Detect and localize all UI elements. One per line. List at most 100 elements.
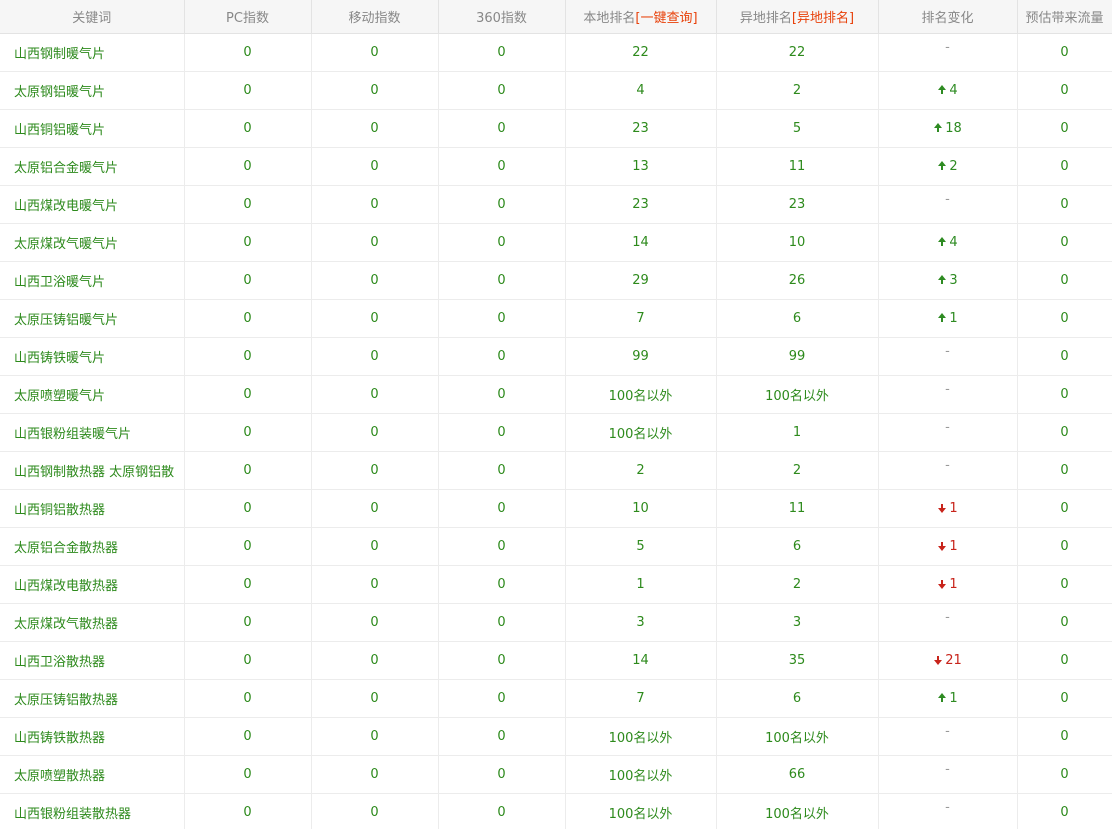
remote-rank-link[interactable]: [异地排名] — [792, 11, 854, 26]
keyword-ranking-panel: 关键词 PC指数 移动指数 360指数 本地排名[一键查询] 异地排名[异地排名… — [0, 0, 1112, 829]
keyword-cell[interactable]: 山西铸铁散热器 — [0, 717, 185, 756]
index-360-cell: 0 — [438, 261, 566, 300]
one-click-query-link[interactable]: [一键查询] — [635, 11, 697, 26]
keyword-cell[interactable]: 山西煤改电暖气片 — [0, 185, 185, 224]
traffic-cell: 0 — [1017, 793, 1112, 829]
keyword-cell[interactable]: 山西钢制散热器 太原钢铝散 — [0, 451, 185, 490]
table-row: 山西卫浴暖气片 0 0 0 29 26 3 0 — [0, 261, 1112, 300]
index-360-cell: 0 — [438, 451, 566, 490]
rank-change-value: 1 — [949, 690, 958, 706]
local-rank-cell: 10 — [565, 489, 717, 528]
keyword-cell[interactable]: 山西铜铝散热器 — [0, 489, 185, 528]
mobile-index-cell: 0 — [311, 33, 439, 72]
keyword-cell[interactable]: 太原铝合金散热器 — [0, 527, 185, 566]
keyword-cell[interactable]: 山西银粉组装散热器 — [0, 793, 185, 829]
rank-change-cell: - — [878, 717, 1018, 756]
rank-change-cell: - — [878, 413, 1018, 452]
keyword-cell[interactable]: 山西银粉组装暖气片 — [0, 413, 185, 452]
keyword-cell[interactable]: 太原钢铝暖气片 — [0, 71, 185, 110]
table-row: 山西铜铝暖气片 0 0 0 23 5 18 0 — [0, 109, 1112, 148]
pc-index-cell: 0 — [184, 717, 312, 756]
local-rank-cell: 100名以外 — [565, 717, 717, 756]
table-row: 山西铸铁散热器 0 0 0 100名以外 100名以外 -0 — [0, 717, 1112, 756]
arrow-down-icon — [937, 579, 947, 589]
rank-change-none: - — [945, 457, 950, 473]
arrow-down-icon — [933, 655, 943, 665]
rank-change-none: - — [945, 799, 950, 815]
table-row: 山西银粉组装散热器 0 0 0 100名以外 100名以外 -0 — [0, 793, 1112, 829]
index-360-cell: 0 — [438, 489, 566, 528]
keyword-cell[interactable]: 山西铸铁暖气片 — [0, 337, 185, 376]
header-row: 关键词 PC指数 移动指数 360指数 本地排名[一键查询] 异地排名[异地排名… — [0, 0, 1112, 34]
header-360-index: 360指数 — [438, 0, 566, 34]
rank-change-cell: 4 — [878, 223, 1018, 262]
remote-rank-cell: 1 — [716, 413, 879, 452]
keyword-cell[interactable]: 山西卫浴散热器 — [0, 641, 185, 680]
local-rank-cell: 3 — [565, 603, 717, 642]
pc-index-cell: 0 — [184, 527, 312, 566]
traffic-cell: 0 — [1017, 641, 1112, 680]
rank-change-none: - — [945, 343, 950, 359]
keyword-cell[interactable]: 太原煤改气暖气片 — [0, 223, 185, 262]
arrow-down-icon — [937, 503, 947, 513]
header-remote-rank: 异地排名[异地排名] — [716, 0, 879, 34]
keyword-cell[interactable]: 太原喷塑散热器 — [0, 755, 185, 794]
rank-change-cell: 3 — [878, 261, 1018, 300]
index-360-cell: 0 — [438, 375, 566, 414]
keyword-cell[interactable]: 山西铜铝暖气片 — [0, 109, 185, 148]
remote-rank-cell: 2 — [716, 71, 879, 110]
index-360-cell: 0 — [438, 109, 566, 148]
mobile-index-cell: 0 — [311, 755, 439, 794]
pc-index-cell: 0 — [184, 109, 312, 148]
keyword-cell[interactable]: 山西钢制暖气片 — [0, 33, 185, 72]
remote-rank-cell: 10 — [716, 223, 879, 262]
rank-change-value: 4 — [949, 82, 958, 98]
rank-change-cell: 1 — [878, 489, 1018, 528]
arrow-up-icon — [937, 161, 947, 171]
index-360-cell: 0 — [438, 641, 566, 680]
keyword-cell[interactable]: 山西卫浴暖气片 — [0, 261, 185, 300]
keyword-cell[interactable]: 太原压铸铝暖气片 — [0, 299, 185, 338]
rank-change-none: - — [945, 191, 950, 207]
table-row: 山西煤改电暖气片 0 0 0 23 23-0 — [0, 185, 1112, 224]
keyword-cell[interactable]: 山西煤改电散热器 — [0, 565, 185, 604]
rank-change-value: 1 — [949, 500, 958, 516]
remote-rank-cell: 100名以外 — [716, 375, 879, 414]
rank-change-cell: 1 — [878, 527, 1018, 566]
keyword-cell[interactable]: 太原压铸铝散热器 — [0, 679, 185, 718]
rank-change-cell: 1 — [878, 299, 1018, 338]
index-360-cell: 0 — [438, 299, 566, 338]
traffic-cell: 0 — [1017, 717, 1112, 756]
keyword-cell[interactable]: 太原喷塑暖气片 — [0, 375, 185, 414]
header-local-rank-label: 本地排名 — [583, 10, 636, 26]
rank-change-cell: 18 — [878, 109, 1018, 148]
rank-change-value: 18 — [945, 120, 962, 136]
traffic-cell: 0 — [1017, 261, 1112, 300]
remote-rank-cell: 6 — [716, 299, 879, 338]
mobile-index-cell: 0 — [311, 71, 439, 110]
mobile-index-cell: 0 — [311, 147, 439, 186]
rank-change-cell: 1 — [878, 679, 1018, 718]
pc-index-cell: 0 — [184, 489, 312, 528]
index-360-cell: 0 — [438, 185, 566, 224]
remote-rank-cell: 100名以外 — [716, 793, 879, 829]
remote-rank-cell: 3 — [716, 603, 879, 642]
rank-change-value: 4 — [949, 234, 958, 250]
traffic-cell: 0 — [1017, 489, 1112, 528]
traffic-cell: 0 — [1017, 109, 1112, 148]
local-rank-cell: 23 — [565, 185, 717, 224]
rank-change-value: 3 — [949, 272, 958, 288]
rank-change-none: - — [945, 381, 950, 397]
header-remote-rank-label: 异地排名 — [739, 10, 792, 26]
traffic-cell: 0 — [1017, 413, 1112, 452]
pc-index-cell: 0 — [184, 33, 312, 72]
pc-index-cell: 0 — [184, 147, 312, 186]
table-row: 山西银粉组装暖气片 0 0 0 100名以外 1-0 — [0, 413, 1112, 452]
rank-change-value: 2 — [949, 158, 958, 174]
keyword-cell[interactable]: 太原铝合金暖气片 — [0, 147, 185, 186]
keyword-cell[interactable]: 太原煤改气散热器 — [0, 603, 185, 642]
mobile-index-cell: 0 — [311, 793, 439, 829]
local-rank-cell: 29 — [565, 261, 717, 300]
traffic-cell: 0 — [1017, 185, 1112, 224]
pc-index-cell: 0 — [184, 299, 312, 338]
